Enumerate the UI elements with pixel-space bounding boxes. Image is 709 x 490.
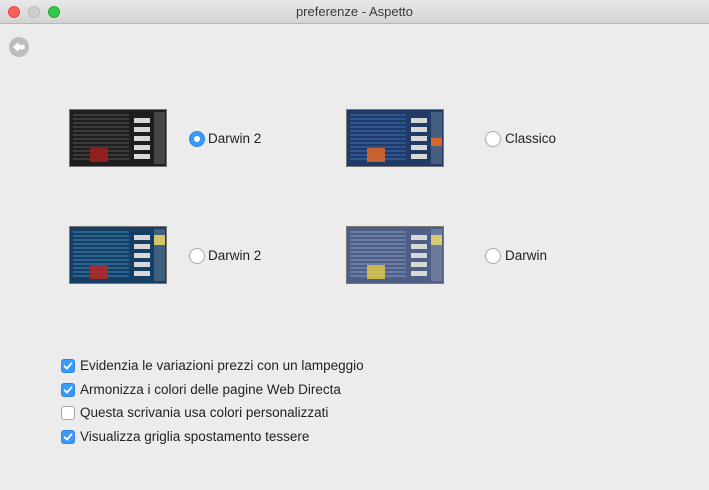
checkbox[interactable] [61, 430, 75, 444]
theme-radio-darwin-2-blue[interactable] [189, 248, 205, 264]
theme-thumbnail-darwin-2-dark[interactable] [69, 109, 167, 167]
theme-thumbnail-darwin-2-blue[interactable] [69, 226, 167, 284]
theme-thumbnail-darwin[interactable] [346, 226, 444, 284]
theme-radio-darwin-2-dark[interactable] [189, 131, 205, 147]
theme-thumbnail-classico[interactable] [346, 109, 444, 167]
title-bar: preferenze - Aspetto [0, 0, 709, 24]
option-label: Armonizza i colori delle pagine Web Dire… [80, 382, 341, 397]
option-label: Visualizza griglia spostamento tessere [80, 429, 310, 444]
window-title: preferenze - Aspetto [295, 4, 414, 19]
theme-label: Darwin 2 [208, 131, 262, 146]
theme-label: Classico [505, 131, 557, 146]
back-button[interactable] [9, 37, 29, 57]
checkbox[interactable] [61, 383, 75, 397]
option-label: Evidenzia le variazioni prezzi con un la… [80, 358, 364, 373]
theme-radio-darwin[interactable] [485, 248, 501, 264]
checkbox[interactable] [61, 359, 75, 373]
theme-radio-classico[interactable] [485, 131, 501, 147]
back-arrow-icon [13, 42, 25, 52]
option-label: Questa scrivania usa colori personalizza… [80, 405, 329, 420]
theme-label: Darwin [505, 248, 548, 263]
theme-label: Darwin 2 [208, 248, 262, 263]
checkbox[interactable] [61, 406, 75, 420]
